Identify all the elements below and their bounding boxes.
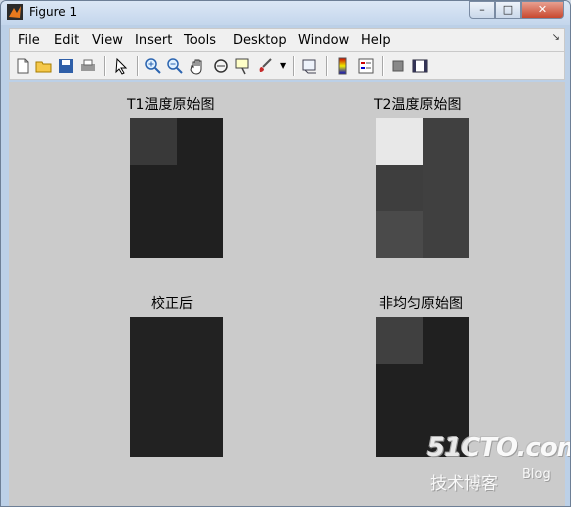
image-cell [130,317,177,364]
image-cell [376,211,423,258]
data-cursor-icon[interactable] [234,57,252,75]
toolbar-separator [382,56,384,76]
title-bar[interactable]: Figure 1 – □ ✕ [1,1,570,25]
show-plot-tools-icon[interactable] [411,57,429,75]
menu-view[interactable]: View [92,33,123,48]
zoom-in-icon[interactable] [144,57,162,75]
toolbar: ▼ [9,52,565,80]
image-cell [422,164,469,212]
window-title: Figure 1 [29,5,78,19]
toolbar-separator [293,56,295,76]
watermark-logo: 51CTO.com [427,433,571,463]
image-cell [130,363,177,411]
matlab-icon [7,4,23,20]
subplot-image[interactable] [130,118,223,258]
image-cell [176,164,223,212]
menu-help[interactable]: Help [361,33,391,48]
watermark-blog: Blog [522,467,551,482]
image-cell [422,118,469,165]
toolbar-separator [104,56,106,76]
subplot-image[interactable] [130,317,223,457]
brush-icon[interactable] [257,57,275,75]
toolbar-separator [137,56,139,76]
colorbar-icon[interactable] [334,57,352,75]
image-cell [130,410,177,457]
subplot-title: T2温度原始图 [374,97,462,113]
zoom-out-icon[interactable] [166,57,184,75]
image-cell [422,363,469,411]
image-cell [376,410,423,457]
image-cell [376,317,423,364]
image-cell [422,317,469,364]
image-cell [176,410,223,457]
watermark-subtitle: 技术博客 [430,474,498,494]
subplot-title: T1温度原始图 [127,97,215,113]
dock-arrow-icon[interactable]: ↘ [552,32,560,43]
brush-dropdown-icon[interactable]: ▼ [280,57,288,75]
rotate-3d-icon[interactable] [212,57,230,75]
menu-tools[interactable]: Tools [184,33,216,48]
edit-plot-icon[interactable] [112,57,130,75]
subplot-image[interactable] [376,118,469,258]
image-cell [130,118,177,165]
new-figure-icon[interactable] [14,57,32,75]
toolbar-separator [326,56,328,76]
hide-plot-tools-icon[interactable] [389,57,407,75]
link-plot-icon[interactable] [301,57,319,75]
image-cell [376,363,423,411]
legend-icon[interactable] [357,57,375,75]
menu-file[interactable]: File [18,33,40,48]
image-cell [176,317,223,364]
subplot-title: 校正后 [151,296,193,312]
figure-window: Figure 1 – □ ✕ File Edit View Insert Too… [0,0,571,507]
image-cell [376,118,423,165]
open-file-icon[interactable] [35,57,53,75]
menu-bar: File Edit View Insert Tools Desktop Wind… [9,28,565,52]
image-cell [176,363,223,411]
subplot-title: 非均匀原始图 [379,296,463,312]
image-cell [130,211,177,258]
image-cell [176,118,223,165]
minimize-button[interactable]: – [469,1,495,19]
pan-hand-icon[interactable] [189,57,207,75]
print-icon[interactable] [79,57,97,75]
image-cell [422,211,469,258]
close-button[interactable]: ✕ [521,1,564,19]
menu-insert[interactable]: Insert [135,33,172,48]
image-cell [130,164,177,212]
maximize-button[interactable]: □ [495,1,521,19]
menu-edit[interactable]: Edit [54,33,79,48]
menu-window[interactable]: Window [298,33,349,48]
save-icon[interactable] [57,57,75,75]
image-cell [176,211,223,258]
menu-desktop[interactable]: Desktop [233,33,287,48]
image-cell [376,164,423,212]
